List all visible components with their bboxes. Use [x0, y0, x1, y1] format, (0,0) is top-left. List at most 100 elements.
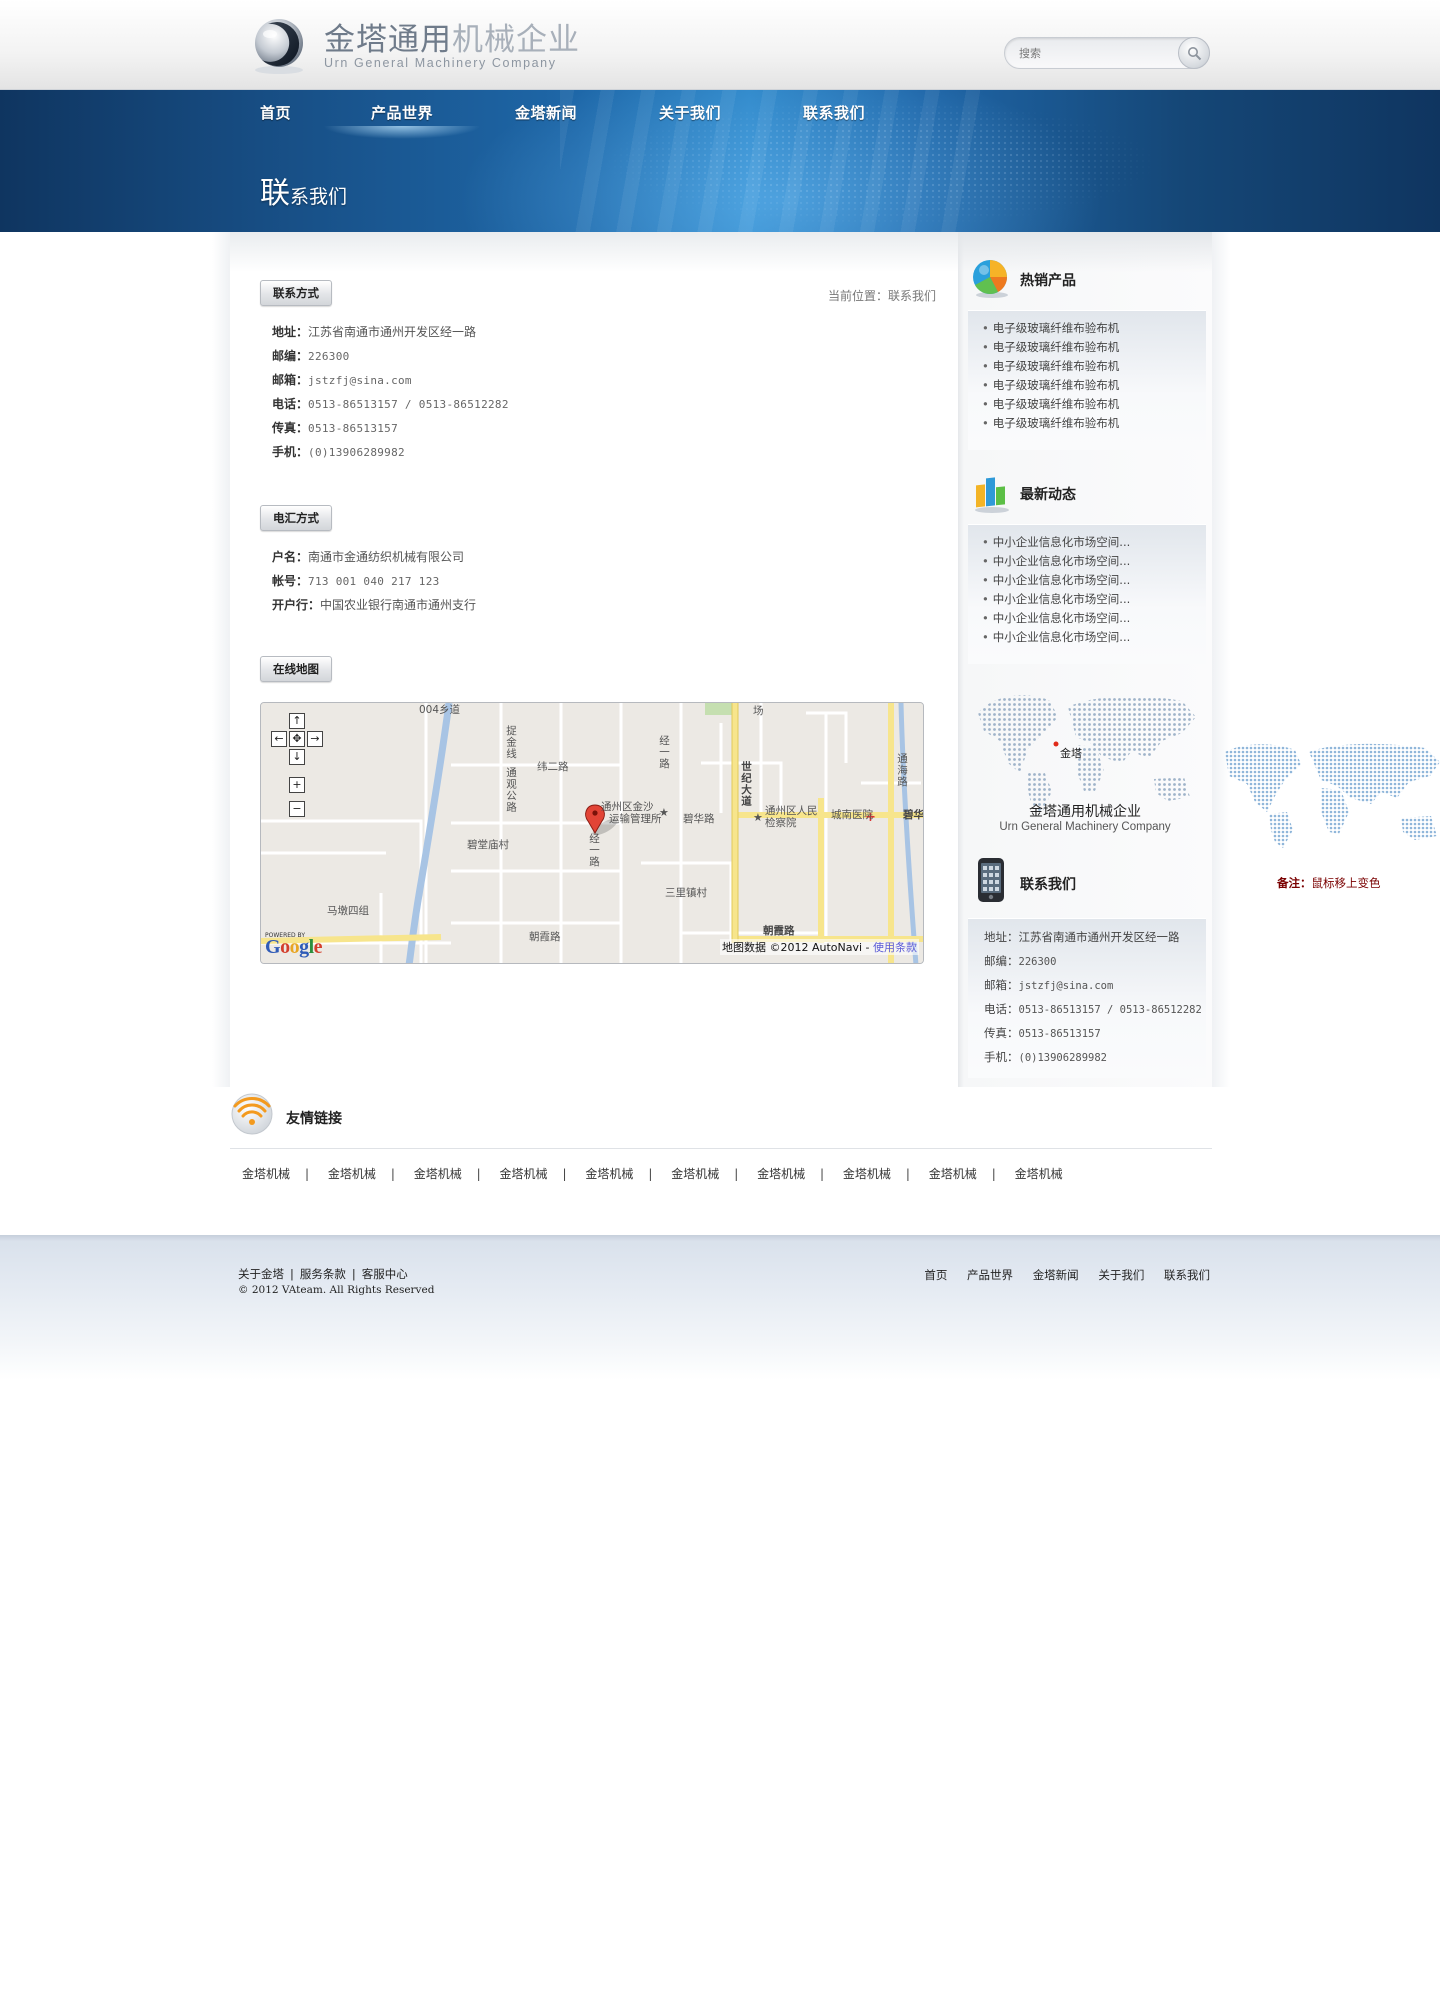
company-name-en: Urn General Machinery Company — [999, 821, 1171, 833]
nav-item-news[interactable]: 金塔新闻 — [515, 102, 577, 123]
google-logo[interactable]: Google — [265, 936, 323, 959]
nav-item-about[interactable]: 关于我们 — [659, 102, 721, 123]
footer-nav-about[interactable]: 关于我们 — [1098, 1268, 1144, 1282]
map-label: 马墩四组 — [327, 905, 369, 917]
search-button[interactable] — [1178, 37, 1210, 69]
footer-nav-products[interactable]: 产品世界 — [967, 1268, 1013, 1282]
news-item[interactable]: 中小企业信息化市场空间... — [982, 533, 1206, 552]
contact-row-fax: 传真：0513-86513157 — [272, 421, 399, 435]
friend-link[interactable]: 金塔机械 — [328, 1167, 376, 1181]
news-item[interactable]: 中小企业信息化市场空间... — [982, 552, 1206, 571]
footer-link-terms[interactable]: 服务条款 — [300, 1267, 346, 1281]
hot-product-item[interactable]: 电子级玻璃纤维布验布机 — [982, 338, 1206, 357]
map-label: 纬二路 — [537, 761, 569, 773]
footer-nav-home[interactable]: 首页 — [924, 1268, 947, 1282]
world-map-icon: 金塔 — [978, 695, 1196, 813]
news-item[interactable]: 中小企业信息化市场空间... — [982, 609, 1206, 628]
friend-link[interactable]: 金塔机械 — [929, 1167, 977, 1181]
nav-item-home[interactable]: 首页 — [260, 102, 291, 123]
contact-section-button[interactable]: 联系方式 — [260, 280, 332, 306]
bank-section-button[interactable]: 电汇方式 — [260, 505, 332, 531]
side-contact-row-postcode: 邮编：226300 — [984, 954, 1057, 968]
breadcrumb: 当前位置：联系我们 — [827, 289, 936, 303]
map-pan-up-button[interactable]: ↑ — [289, 713, 305, 729]
hot-product-item[interactable]: 电子级玻璃纤维布验布机 — [982, 357, 1206, 376]
friend-link[interactable]: 金塔机械 — [843, 1167, 891, 1181]
contact-row-email: 邮箱：jstzfj@sina.com — [272, 373, 412, 387]
content-left-shadow — [212, 232, 230, 1087]
separator: | — [476, 1167, 481, 1181]
nav-item-contact[interactable]: 联系我们 — [803, 102, 865, 123]
side-contact-row-phone: 电话：0513-86513157 / 0513-86512282 — [984, 1002, 1202, 1016]
hot-product-item[interactable]: 电子级玻璃纤维布验布机 — [982, 395, 1206, 414]
friend-link[interactable]: 金塔机械 — [500, 1167, 548, 1181]
hot-products-title: 热销产品 — [1020, 273, 1076, 289]
footer-nav-contact[interactable]: 联系我们 — [1164, 1268, 1210, 1282]
news-item[interactable]: 中小企业信息化市场空间... — [982, 628, 1206, 647]
contact-info-list: 地址：江苏省南通市通州开发区经一路 邮编：226300 邮箱：jstzfj@si… — [272, 320, 509, 464]
map-section-button[interactable]: 在线地图 — [260, 656, 332, 682]
friend-link[interactable]: 金塔机械 — [757, 1167, 805, 1181]
map-label: 碧华 — [903, 809, 924, 821]
news-title: 最新动态 — [1020, 487, 1076, 503]
map-center-button[interactable]: ✥ — [289, 731, 305, 747]
side-contact-title: 联系我们 — [1020, 877, 1076, 893]
main-area: 联系方式 当前位置：联系我们 地址：江苏省南通市通州开发区经一路 邮编：2263… — [212, 232, 1230, 1087]
side-contact-row-mobile: 手机：(0)13906289982 — [984, 1050, 1108, 1064]
banner: 首页 产品世界 金塔新闻 关于我们 联系我们 联系我们 — [0, 90, 1440, 232]
news-item[interactable]: 中小企业信息化市场空间... — [982, 571, 1206, 590]
friend-links: 友情链接 金塔机械 | 金塔机械 | 金塔机械 | 金塔机械 | 金塔机械 | 金塔机械 |… — [230, 1090, 1212, 1200]
map-label: 通观公路 — [505, 767, 517, 813]
map-label: 朝霞路 — [529, 931, 561, 943]
logo-sphere-icon — [255, 19, 303, 74]
map-label: 捉金线 — [505, 725, 517, 760]
footer-link-about[interactable]: 关于金塔 — [238, 1267, 284, 1281]
search-box — [1004, 37, 1210, 69]
friend-link[interactable]: 金塔机械 — [242, 1167, 290, 1181]
bank-row-account-number: 帐号：713 001 040 217 123 — [272, 574, 440, 588]
floating-world-map[interactable] — [1225, 742, 1440, 850]
map-terms-link[interactable]: 使用条款 — [873, 941, 917, 954]
map-zoom-in-button[interactable]: + — [289, 777, 305, 793]
side-contact-row-fax: 传真：0513-86513157 — [984, 1026, 1101, 1040]
separator: | — [734, 1167, 739, 1181]
search-icon — [1188, 47, 1202, 61]
page-title: 联系我们 — [260, 176, 348, 211]
logo[interactable]: 金塔通用机械企业 Urn General Machinery Company — [248, 12, 580, 77]
top-header: 金塔通用机械企业 Urn General Machinery Company — [0, 0, 1440, 90]
nav-item-products[interactable]: 产品世界 — [316, 102, 488, 140]
separator: | — [991, 1167, 996, 1181]
contact-row-address: 地址：江苏省南通市通州开发区经一路 — [272, 325, 477, 339]
friend-link[interactable]: 金塔机械 — [585, 1167, 633, 1181]
map-label: 通海路 — [896, 753, 908, 788]
logo-title: 金塔通用机械企业 — [324, 22, 580, 58]
online-map[interactable]: ★ ★ + 004乡道 捉金线 通观公路 纬二路 经一路 经一路 世纪大道 通海… — [260, 702, 924, 964]
map-pan-right-button[interactable]: → — [307, 731, 323, 747]
map-label: 三里镇村 — [665, 887, 707, 899]
hot-products-header: 热销产品 — [970, 256, 1200, 306]
news-item[interactable]: 中小企业信息化市场空间... — [982, 590, 1206, 609]
friend-link[interactable]: 金塔机械 — [1015, 1167, 1063, 1181]
hot-product-item[interactable]: 电子级玻璃纤维布验布机 — [982, 319, 1206, 338]
friend-link[interactable]: 金塔机械 — [671, 1167, 719, 1181]
search-input[interactable] — [1019, 44, 1169, 62]
mobile-phone-icon — [978, 858, 1004, 902]
footer-link-support[interactable]: 客服中心 — [362, 1267, 408, 1281]
separator: | — [562, 1167, 567, 1181]
map-zoom-out-button[interactable]: − — [289, 801, 305, 817]
hot-product-item[interactable]: 电子级玻璃纤维布验布机 — [982, 376, 1206, 395]
separator: | — [905, 1167, 910, 1181]
map-pan-left-button[interactable]: ← — [271, 731, 287, 747]
friend-links-title: 友情链接 — [286, 1111, 342, 1127]
footer-nav-news[interactable]: 金塔新闻 — [1033, 1268, 1079, 1282]
friend-link[interactable]: 金塔机械 — [414, 1167, 462, 1181]
hot-product-item[interactable]: 电子级玻璃纤维布验布机 — [982, 414, 1206, 433]
content-panel: 联系方式 当前位置：联系我们 地址：江苏省南通市通州开发区经一路 邮编：2263… — [230, 232, 958, 1087]
world-map-marker-label: 金塔 — [1060, 746, 1082, 760]
bank-info-list: 户名：南通市金通纺织机械有限公司 帐号：713 001 040 217 123 … — [272, 545, 476, 617]
map-label: 运输管理所 — [609, 813, 662, 825]
map-label: 城南医院 — [831, 809, 873, 821]
map-label: 检察院 — [765, 817, 797, 829]
side-contact-header: 联系我们 — [970, 858, 1200, 910]
map-pan-down-button[interactable]: ↓ — [289, 749, 305, 765]
